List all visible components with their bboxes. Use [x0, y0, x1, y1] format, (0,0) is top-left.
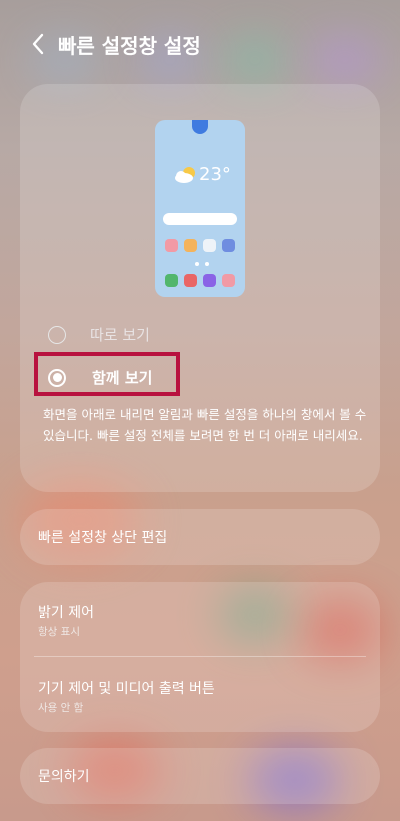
- camera-notch: [192, 120, 208, 134]
- app-icon: [203, 239, 216, 252]
- brightness-control-item[interactable]: 밝기 제어 항상 표시: [20, 582, 380, 656]
- back-button[interactable]: [24, 30, 52, 58]
- app-icon: [184, 274, 197, 287]
- device-media-subtitle: 사용 안 함: [38, 702, 84, 714]
- app-row-2: [165, 274, 235, 287]
- brightness-subtitle: 항상 표시: [38, 626, 80, 638]
- app-icon: [165, 274, 178, 287]
- option-separate[interactable]: 따로 보기: [48, 324, 150, 345]
- temperature-text: 23°: [199, 164, 231, 185]
- weather-icon: [173, 166, 199, 188]
- option-label: 따로 보기: [90, 326, 150, 344]
- phone-preview: 23°: [155, 120, 245, 297]
- device-media-title: 기기 제어 및 미디어 출력 버튼: [38, 681, 215, 697]
- edit-top-item[interactable]: 빠른 설정창 상단 편집: [20, 509, 380, 565]
- app-header: 빠른 설정창 설정: [0, 22, 400, 66]
- view-mode-card: 23° 따로 보기 함께 보기 화면을 아래로 내리면 알림과 빠른 설정을 하…: [20, 84, 380, 492]
- settings-group: 밝기 제어 항상 표시 기기 제어 및 미디어 출력 버튼 사용 안 함: [20, 582, 380, 732]
- description-text: 화면을 아래로 내리면 알림과 빠른 설정을 하나의 창에서 볼 수 있습니다.…: [43, 407, 367, 443]
- selection-highlight: [34, 352, 180, 396]
- app-icon: [222, 239, 235, 252]
- brightness-title: 밝기 제어: [38, 605, 94, 621]
- app-icon: [165, 239, 178, 252]
- app-row-1: [165, 239, 235, 252]
- edit-top-label: 빠른 설정창 상단 편집: [38, 530, 168, 546]
- contact-item[interactable]: 문의하기: [20, 748, 380, 804]
- chevron-left-icon: [32, 33, 44, 55]
- page-title: 빠른 설정창 설정: [58, 33, 201, 58]
- device-media-button-item[interactable]: 기기 제어 및 미디어 출력 버튼 사용 안 함: [20, 657, 380, 732]
- app-icon: [184, 239, 197, 252]
- app-icon: [203, 274, 216, 287]
- contact-label: 문의하기: [38, 769, 90, 785]
- search-bar-preview: [163, 213, 237, 225]
- radio-button[interactable]: [48, 325, 66, 344]
- app-icon: [222, 274, 235, 287]
- page-indicator: [195, 262, 209, 266]
